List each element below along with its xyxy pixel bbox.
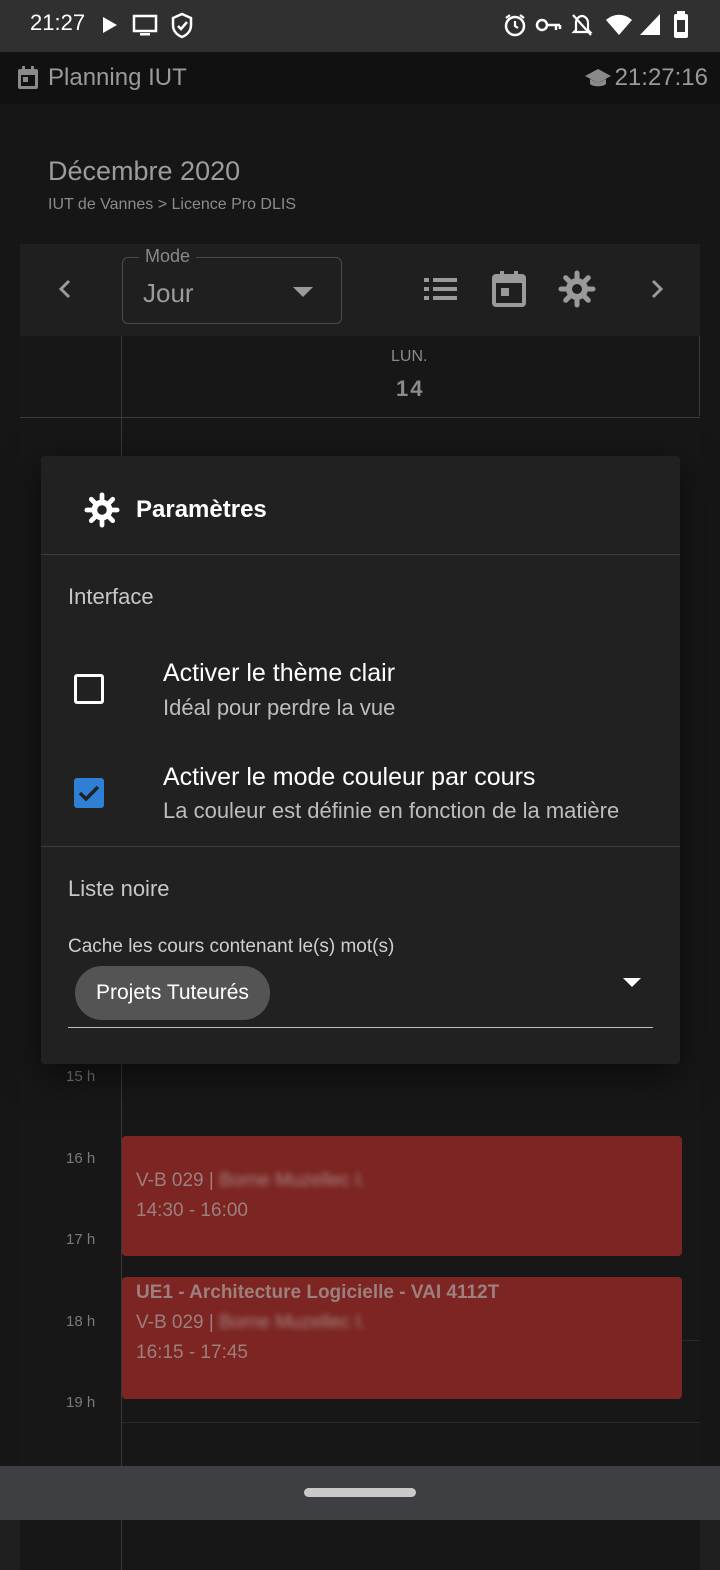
cast-icon xyxy=(131,10,159,45)
day-number[interactable]: 14 xyxy=(396,376,424,402)
calendar-view-icon[interactable] xyxy=(490,270,528,313)
status-time: 21:27 xyxy=(30,10,86,35)
chevron-down-icon xyxy=(293,287,313,297)
chevron-down-icon[interactable] xyxy=(623,978,641,987)
blacklist-chip[interactable]: Projets Tuteurés xyxy=(75,966,270,1020)
blacklist-field-underline xyxy=(68,1027,653,1028)
navigation-bar xyxy=(0,1466,720,1520)
notifications-off-icon xyxy=(570,10,594,45)
calendar-toolbar: Mode Jour xyxy=(20,244,700,336)
play-icon xyxy=(100,10,120,45)
breadcrumb: IUT de Vannes > Licence Pro DLIS xyxy=(48,196,296,213)
event-teacher: Borne Muzellec I. xyxy=(219,1170,366,1191)
month-title: Décembre 2020 xyxy=(48,156,241,186)
chevron-left-icon[interactable] xyxy=(50,274,80,309)
option-title: Activer le mode couleur par cours xyxy=(163,763,536,791)
course-color-checkbox[interactable] xyxy=(74,778,104,808)
app-title: Planning IUT xyxy=(48,64,187,91)
event-room: V-B 029 | Borne Muzellec I. xyxy=(136,1312,366,1333)
divider xyxy=(41,554,680,555)
school-icon xyxy=(584,66,612,95)
hour-label: 18 h xyxy=(66,1313,96,1330)
settings-dialog: Paramètres Interface Activer le thème cl… xyxy=(41,456,680,1064)
signal-icon xyxy=(638,10,662,45)
calendar-header-divider xyxy=(20,417,700,418)
hour-label: 16 h xyxy=(66,1150,96,1167)
hour-label: 19 h xyxy=(66,1394,96,1411)
app-bar: Planning IUT 21:27:16 xyxy=(0,52,720,104)
course-event[interactable]: V-B 029 | Borne Muzellec I. 14:30 - 16:0… xyxy=(122,1136,682,1256)
check-icon xyxy=(78,785,100,802)
shield-icon xyxy=(170,10,194,45)
option-subtitle: Idéal pour perdre la vue xyxy=(163,695,396,720)
light-theme-checkbox[interactable] xyxy=(74,674,104,704)
list-view-icon[interactable] xyxy=(422,270,460,313)
mode-label: Mode xyxy=(139,246,197,267)
dialog-title: Paramètres xyxy=(136,496,267,523)
mode-value: Jour xyxy=(143,278,194,308)
event-room: V-B 029 | Borne Muzellec I. xyxy=(136,1170,366,1191)
event-teacher: Borne Muzellec I. xyxy=(219,1312,366,1333)
battery-icon xyxy=(673,10,689,45)
calendar-app-icon xyxy=(16,65,40,96)
course-event[interactable]: UE1 - Architecture Logicielle - VAI 4112… xyxy=(122,1277,682,1399)
hour-label: 15 h xyxy=(66,1068,96,1085)
section-blacklist: Liste noire xyxy=(68,876,170,901)
day-name: LUN. xyxy=(391,348,428,365)
app-clock: 21:27:16 xyxy=(614,64,708,91)
event-time: 14:30 - 16:00 xyxy=(136,1200,248,1221)
settings-gear-icon xyxy=(84,492,120,533)
hour-gridline xyxy=(122,1422,700,1423)
divider xyxy=(41,846,680,847)
calendar-right-border xyxy=(699,336,700,416)
option-subtitle: La couleur est définie en fonction de la… xyxy=(163,798,620,823)
wifi-icon xyxy=(604,10,634,45)
vpn-key-icon xyxy=(534,10,562,45)
section-interface: Interface xyxy=(68,584,154,609)
status-bar: 21:27 xyxy=(0,0,720,52)
settings-gear-icon[interactable] xyxy=(558,270,596,313)
event-title: UE1 - Architecture Logicielle - VAI 4112… xyxy=(136,1282,500,1303)
mode-select[interactable]: Mode Jour xyxy=(122,246,342,324)
option-title: Activer le thème clair xyxy=(163,659,396,687)
chevron-right-icon[interactable] xyxy=(642,274,672,309)
event-time: 16:15 - 17:45 xyxy=(136,1342,248,1363)
hour-label: 17 h xyxy=(66,1231,96,1248)
home-gesture-pill[interactable] xyxy=(304,1488,416,1497)
alarm-icon xyxy=(502,10,528,45)
blacklist-label: Cache les cours contenant le(s) mot(s) xyxy=(68,936,395,957)
